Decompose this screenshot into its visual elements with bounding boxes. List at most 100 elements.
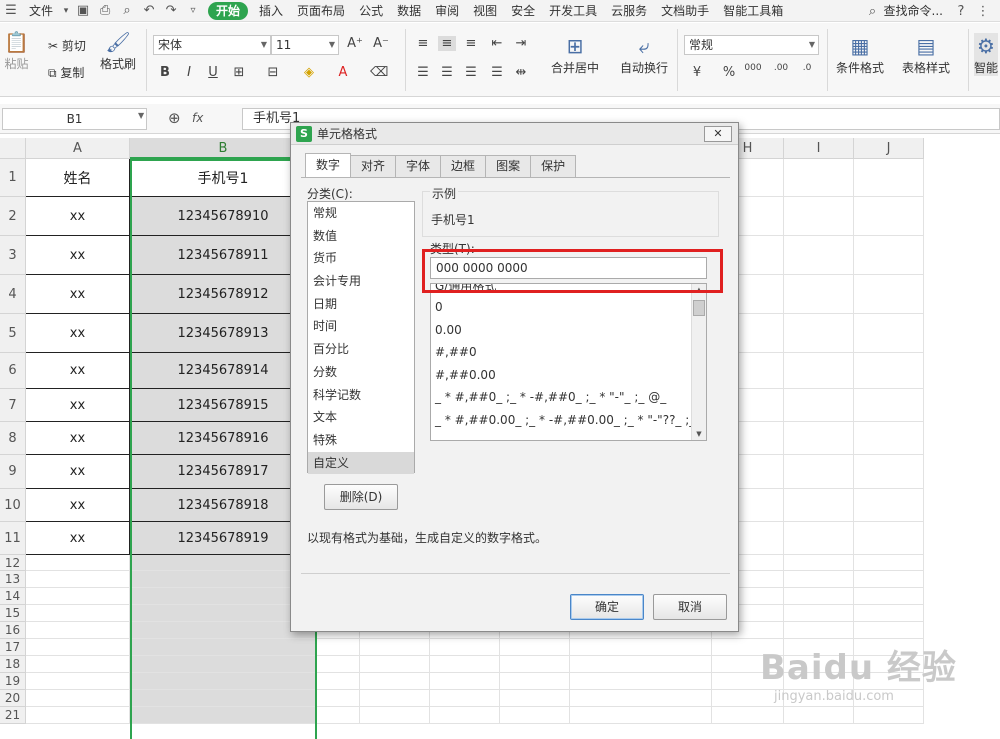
tab-view[interactable]: 视图 [466,0,504,22]
smart-button[interactable]: ⚙ 智能 [974,33,999,76]
align-top-icon[interactable]: ≡ [414,36,432,51]
cell-b16[interactable] [130,622,317,639]
category-item[interactable]: 百分比 [308,338,414,361]
row-header[interactable]: 11 [0,522,26,555]
cell-i15[interactable] [784,605,854,622]
category-item[interactable]: 货币 [308,247,414,270]
cell-j9[interactable] [854,455,924,489]
format-item[interactable]: _ * #,##0.00_ ;_ * -#,##0.00_ ;_ * "-"??… [431,409,706,432]
number-format-select[interactable]: 常规 ▼ [684,35,819,55]
tab-formula[interactable]: 公式 [352,0,390,22]
cell-b14[interactable] [130,588,317,605]
eraser-icon[interactable]: ⌫ [370,65,388,80]
cell-j14[interactable] [854,588,924,605]
row-header[interactable]: 8 [0,422,26,455]
category-item[interactable]: 日期 [308,293,414,316]
category-item[interactable]: 特殊 [308,429,414,452]
cell-j4[interactable] [854,275,924,314]
indent-decrease-icon[interactable]: ⇤ [488,36,506,51]
search-icon[interactable]: ⌕ [862,0,884,22]
cell-j8[interactable] [854,422,924,455]
percent-icon[interactable]: % [720,65,738,80]
format-painter-button[interactable]: 🖌 格式刷 [100,29,136,72]
command-search[interactable]: 查找命令... [884,0,950,22]
cell-j15[interactable] [854,605,924,622]
format-item[interactable]: 0 [431,296,706,319]
indent-increase-icon[interactable]: ⇥ [512,36,530,51]
tab-protection[interactable]: 保护 [530,155,577,177]
cell-e21[interactable] [430,707,500,724]
align-left-icon[interactable]: ☰ [414,65,432,80]
cell-e20[interactable] [430,690,500,707]
print-preview-icon[interactable]: ⌕ [116,0,138,22]
cell-a13[interactable] [26,571,130,588]
currency-icon[interactable]: ¥ [688,65,706,80]
cell-b5[interactable]: 12345678913 [130,314,317,353]
category-item[interactable]: 文本 [308,406,414,429]
cell-f19[interactable] [500,673,570,690]
cell-d17[interactable] [360,639,430,656]
cell-a9[interactable]: xx [26,455,130,489]
tab-review[interactable]: 审阅 [428,0,466,22]
cell-a2[interactable]: xx [26,197,130,236]
cell-i13[interactable] [784,571,854,588]
select-all-corner[interactable] [0,138,26,159]
increase-decimal-icon[interactable]: .00 [772,63,790,73]
tab-cloud[interactable]: 云服务 [604,0,654,22]
cell-a5[interactable]: xx [26,314,130,353]
row-header[interactable]: 21 [0,707,26,724]
cell-b10[interactable]: 12345678918 [130,489,317,522]
tab-alignment[interactable]: 对齐 [350,155,397,177]
cell-a15[interactable] [26,605,130,622]
row-header[interactable]: 10 [0,489,26,522]
category-item[interactable]: 分数 [308,361,414,384]
cell-a12[interactable] [26,555,130,571]
align-center-icon[interactable]: ☰ [438,65,456,80]
cell-i3[interactable] [784,236,854,275]
bold-icon[interactable]: B [156,65,174,80]
row-header[interactable]: 5 [0,314,26,353]
distribute-icon[interactable]: ⇹ [512,65,530,80]
tab-pattern[interactable]: 图案 [485,155,532,177]
cell-i8[interactable] [784,422,854,455]
cell-c21[interactable] [317,707,360,724]
cell-a3[interactable]: xx [26,236,130,275]
redo-icon[interactable]: ↷ [160,0,182,22]
cell-c17[interactable] [317,639,360,656]
merge-center-button[interactable]: ⊞ 合并居中 [551,33,599,76]
font-shrink-icon[interactable]: A⁻ [372,36,390,51]
format-item[interactable]: #,##0.00 [431,364,706,387]
tab-data[interactable]: 数据 [390,0,428,22]
fx-icon[interactable]: fx [192,111,203,125]
cut-button[interactable]: ✂ 剪切 [48,37,86,54]
tab-start[interactable]: 开始 [208,1,249,20]
cell-f17[interactable] [500,639,570,656]
tab-border[interactable]: 边框 [440,155,487,177]
cell-e17[interactable] [430,639,500,656]
type-input[interactable]: 000 0000 0000 [430,257,707,279]
category-item[interactable]: 时间 [308,315,414,338]
cell-j6[interactable] [854,353,924,389]
cell-c18[interactable] [317,656,360,673]
cell-i7[interactable] [784,389,854,422]
cell-j16[interactable] [854,622,924,639]
decrease-decimal-icon[interactable]: .0 [798,63,816,73]
dialog-title-bar[interactable]: S 单元格格式 [291,123,738,145]
zoom-icon[interactable]: ⊕ [168,109,181,127]
cell-d18[interactable] [360,656,430,673]
cell-g21[interactable] [570,707,712,724]
cell-a19[interactable] [26,673,130,690]
category-item[interactable]: 会计专用 [308,270,414,293]
cell-a18[interactable] [26,656,130,673]
cell-i12[interactable] [784,555,854,571]
cell-a6[interactable]: xx [26,353,130,389]
tab-page-layout[interactable]: 页面布局 [290,0,352,22]
wrap-text-button[interactable]: ⤶ 自动换行 [620,33,668,76]
cell-j21[interactable] [854,707,924,724]
cell-d20[interactable] [360,690,430,707]
column-header-b[interactable]: B [130,138,317,159]
row-header[interactable]: 4 [0,275,26,314]
row-header[interactable]: 15 [0,605,26,622]
cell-j12[interactable] [854,555,924,571]
ok-button[interactable]: 确定 [570,594,644,620]
